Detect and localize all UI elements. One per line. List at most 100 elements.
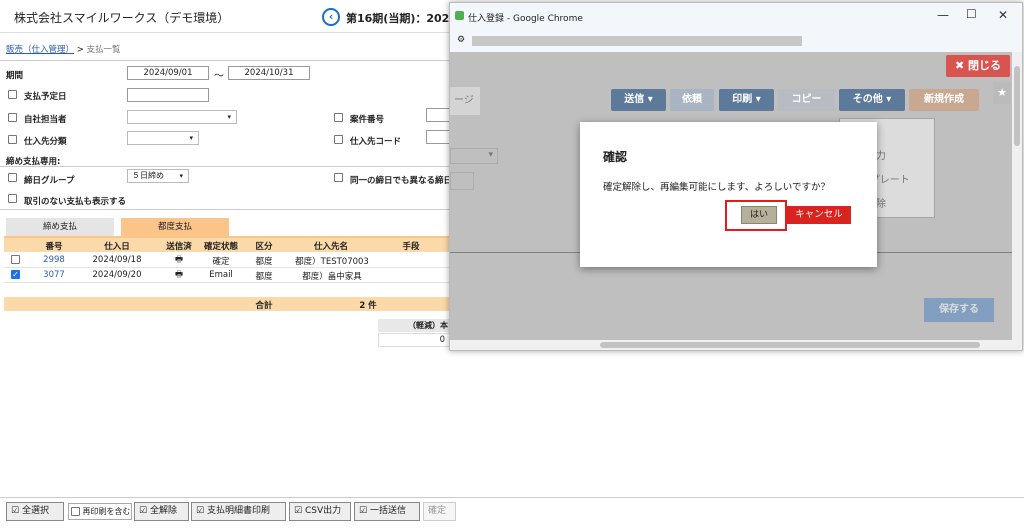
checkbox-icon: ☑ <box>196 506 205 516</box>
close-page-label: 閉じる <box>968 59 1002 72</box>
request-button[interactable]: 依頼 <box>670 89 714 111</box>
copy-button[interactable]: コピー <box>778 89 835 111</box>
menu-item[interactable]: 力 <box>876 147 886 162</box>
breadcrumb-separator: > <box>76 45 84 55</box>
breadcrumb-parent-link[interactable]: 販売（仕入管理） <box>6 45 74 55</box>
other-label: その他 <box>852 94 883 105</box>
chevron-down-icon: ▾ <box>189 134 193 142</box>
row-checkbox[interactable] <box>11 255 20 264</box>
supplier-type-select[interactable]: ▾ <box>127 131 199 145</box>
close-icon[interactable]: ✕ <box>998 8 1008 22</box>
divider <box>0 166 450 167</box>
confirm-dialog: 確認 確定解除し、再編集可能にします、よろしいですか？ はい キャンセル <box>580 122 877 267</box>
total-label: 合計 <box>255 301 273 311</box>
window-title: 仕入登録 - Google Chrome <box>468 14 583 24</box>
due-date-input[interactable] <box>127 88 209 102</box>
save-button[interactable]: 保存する <box>924 298 994 322</box>
send-label: 送信 <box>624 94 645 105</box>
period-title: 第16期(当期)：2024 <box>346 12 457 25</box>
supplier-code-input[interactable] <box>426 130 450 144</box>
chevron-down-icon: ▾ <box>179 172 183 180</box>
print-button[interactable]: 印刷 ▾ <box>719 89 774 111</box>
toolbar-divider <box>0 497 1024 498</box>
due-date-checkbox[interactable] <box>8 90 17 99</box>
deselect-all-label: 全解除 <box>149 506 177 516</box>
other-button[interactable]: その他 ▾ <box>839 89 905 111</box>
partial-input <box>450 172 474 190</box>
reprint-checkbox[interactable] <box>71 507 80 516</box>
row-checkbox[interactable]: ✓ <box>11 270 20 279</box>
show-no-txn-checkbox[interactable] <box>8 194 17 203</box>
row-status: 確定 <box>212 257 230 267</box>
row-number-link[interactable]: 3077 <box>34 270 74 280</box>
print-statement-button[interactable]: ☑ 支払明細書印刷 <box>191 502 286 521</box>
row-supplier: 都度）TEST07003 <box>295 257 369 267</box>
period-tilde: ～ <box>214 71 224 82</box>
row-type: 都度 <box>255 272 273 282</box>
url-redacted <box>472 36 802 46</box>
csv-export-label: CSV出力 <box>304 506 342 516</box>
horizontal-scrollbar[interactable] <box>450 340 1012 350</box>
bulk-send-button[interactable]: ☑ 一括送信 <box>354 502 420 521</box>
checkbox-icon: ☑ <box>294 506 303 516</box>
supplier-type-checkbox[interactable] <box>8 135 17 144</box>
staff-select[interactable]: ▾ <box>127 110 237 124</box>
case-no-checkbox[interactable] <box>334 113 343 122</box>
tab-each-payment[interactable]: 都度支払 <box>121 218 229 236</box>
period-to-input[interactable]: 2024/10/31 <box>228 66 310 80</box>
title-bar[interactable]: 仕入登録 - Google Chrome — ☐ ✕ <box>450 3 1022 30</box>
table-row[interactable]: ✓ 3077 2024/09/20 🖶 Email 都度 都度）畠中家具 <box>4 267 450 283</box>
row-type: 都度 <box>255 257 273 267</box>
new-button[interactable]: 新規作成 <box>909 89 979 111</box>
closing-group-label: 締日グループ <box>24 176 75 186</box>
staff-checkbox[interactable] <box>8 113 17 122</box>
csv-export-button[interactable]: ☑ CSV出力 <box>289 502 351 521</box>
col-date: 仕入日 <box>104 242 130 252</box>
site-settings-icon[interactable]: ⚙ <box>457 35 465 45</box>
print-statement-label: 支払明細書印刷 <box>206 506 270 516</box>
confirm-button[interactable]: 確定 <box>423 502 456 521</box>
col-number: 番号 <box>45 242 63 252</box>
supplier-code-checkbox[interactable] <box>334 135 343 144</box>
closing-group-select[interactable]: ５日締め ▾ <box>127 169 189 183</box>
case-no-input[interactable] <box>426 108 450 122</box>
menu-item[interactable]: 除 <box>876 195 886 210</box>
dialog-title: 確認 <box>603 150 628 164</box>
scroll-thumb[interactable] <box>1014 66 1020 146</box>
col-method: 手段 <box>402 242 420 252</box>
col-type: 区分 <box>255 242 273 252</box>
same-closing-checkbox[interactable] <box>334 173 343 182</box>
row-date: 2024/09/18 <box>92 255 142 265</box>
scroll-thumb[interactable] <box>600 342 980 348</box>
chevron-left-icon[interactable]: ‹ <box>322 8 340 26</box>
reprint-toggle[interactable]: 再印刷を含む <box>68 503 132 520</box>
closing-group-checkbox[interactable] <box>8 173 17 182</box>
col-supplier: 仕入先名 <box>313 242 348 252</box>
cancel-button[interactable]: キャンセル <box>787 206 851 224</box>
minimize-icon[interactable]: — <box>937 8 949 22</box>
address-bar[interactable]: ⚙ <box>450 30 1022 53</box>
maximize-icon[interactable]: ☐ <box>966 7 977 21</box>
header-divider <box>0 32 450 33</box>
select-all-label: 全選択 <box>21 506 49 516</box>
close-page-button[interactable]: ✖ 閉じる <box>946 55 1010 77</box>
table-row[interactable]: 2998 2024/09/18 🖶 確定 都度 都度）TEST07003 <box>4 252 450 268</box>
deselect-all-button[interactable]: ☑ 全解除 <box>134 502 189 521</box>
chrome-window: 仕入登録 - Google Chrome — ☐ ✕ ⚙ ージ ▾ 力 ンプレー… <box>449 2 1023 351</box>
period-label: 期間 <box>6 71 24 81</box>
supplier-type-label: 仕入先分類 <box>24 137 67 147</box>
row-supplier: 都度）畠中家具 <box>302 272 362 282</box>
total-count: 2 件 <box>359 301 377 311</box>
send-button[interactable]: 送信 ▾ <box>611 89 666 111</box>
printer-icon: 🖶 <box>174 255 184 265</box>
vertical-scrollbar[interactable] <box>1012 52 1022 350</box>
divider <box>0 60 450 61</box>
row-number-link[interactable]: 2998 <box>34 255 74 265</box>
tab-closing-payment[interactable]: 締め支払 <box>6 218 114 236</box>
supplier-code-label: 仕入先コード <box>350 137 402 147</box>
select-all-button[interactable]: ☑ 全選択 <box>6 502 64 521</box>
row-status: Email <box>209 270 233 280</box>
period-from-input[interactable]: 2024/09/01 <box>127 66 209 80</box>
chevron-down-icon: ▾ <box>488 150 493 160</box>
star-icon[interactable]: ★ <box>993 82 1011 104</box>
